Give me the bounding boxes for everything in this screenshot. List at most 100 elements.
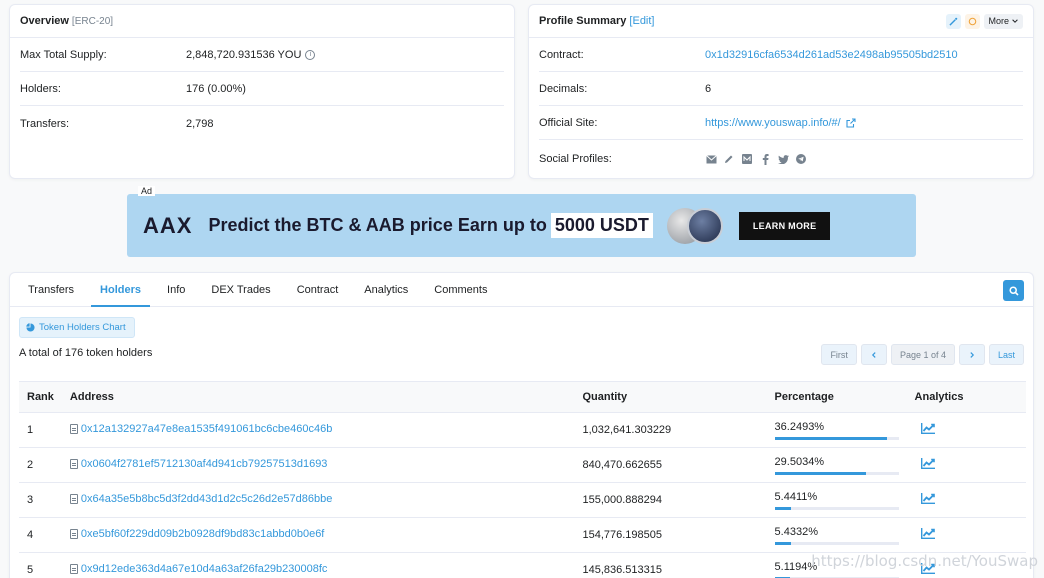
contract-label: Contract: — [539, 48, 584, 61]
info-icon[interactable]: i — [305, 49, 316, 60]
token-holders-chart-button[interactable]: Token Holders Chart — [19, 317, 135, 338]
external-link-icon[interactable] — [846, 117, 856, 128]
decimals-label: Decimals: — [539, 82, 588, 95]
rank-cell: 3 — [19, 482, 62, 518]
address-cell: 0x9d12ede363d4a67e10d4a63af26fa29b230008… — [61, 552, 575, 578]
token-tabs-card: Transfers Holders Info DEX Trades Contra… — [9, 272, 1034, 578]
total-holders-text: A total of 176 token holders — [19, 347, 153, 359]
profile-header: Profile Summary [Edit] More — [529, 5, 1033, 38]
transfers-value: 2,798 — [186, 118, 214, 130]
document-icon — [69, 494, 78, 504]
overview-header: Overview [ERC-20] — [10, 5, 514, 38]
token-tabs: Transfers Holders Info DEX Trades Contra… — [10, 273, 1033, 307]
circle-icon[interactable] — [965, 13, 981, 29]
percentage-bar-fill — [774, 471, 866, 475]
quantity-cell: 145,836.513315 — [574, 552, 767, 578]
tab-contract[interactable]: Contract — [288, 273, 348, 306]
tab-transfers[interactable]: Transfers — [19, 273, 83, 306]
chevron-right-icon — [970, 351, 975, 358]
facebook-icon[interactable] — [759, 153, 771, 165]
max-supply-value: 2,848,720.931536 YOU — [186, 48, 302, 61]
telegram-icon[interactable] — [795, 153, 807, 165]
analytics-cell — [906, 517, 1026, 553]
ad-label: Ad — [138, 186, 156, 196]
holder-address-link[interactable]: 0x64a35e5b8bc5d3f2dd43d1d2c5c26d2e57d86b… — [81, 493, 332, 505]
search-icon — [1008, 285, 1019, 296]
edit-link[interactable]: [Edit] — [629, 15, 654, 27]
percentage-bar — [774, 436, 899, 440]
analytics-cell — [906, 447, 1026, 483]
more-dropdown[interactable]: More — [984, 13, 1023, 29]
percentage-value: 5.4332% — [774, 525, 818, 538]
holder-address-link[interactable]: 0xe5bf60f229dd09b2b0928df9bd83c1abbd0b0e… — [81, 528, 324, 540]
contract-address-link[interactable]: 0x1d32916cfa6534d261ad53e2498ab95505bd25… — [705, 49, 958, 61]
address-cell: 0x64a35e5b8bc5d3f2dd43d1d2c5c26d2e57d86b… — [61, 482, 575, 518]
analytics-chart-icon[interactable] — [920, 458, 935, 469]
col-address-header: Address — [61, 381, 575, 413]
transfers-label: Transfers: — [20, 118, 70, 130]
ad-brand-text: AAX — [143, 212, 193, 238]
percentage-bar-fill — [774, 436, 887, 440]
percentage-bar — [774, 541, 899, 545]
percentage-cell: 5.4411% — [766, 482, 907, 518]
prev-page-button[interactable] — [860, 344, 887, 365]
rank-cell: 1 — [19, 412, 62, 448]
table-row: 3 0x64a35e5b8bc5d3f2dd43d1d2c5c26d2e57d86… — [19, 482, 1026, 518]
first-page-button[interactable]: First — [821, 344, 857, 365]
tab-dex-trades[interactable]: DEX Trades — [202, 273, 279, 306]
ad-brand-logo: AAX — [143, 213, 192, 239]
last-page-button[interactable]: Last — [988, 344, 1024, 365]
learn-more-button[interactable]: LEARN MORE — [738, 211, 831, 240]
twitter-icon[interactable] — [777, 153, 789, 165]
address-cell: 0x12a132927a47e8ea1535f491061bc6cbe460c4… — [61, 412, 575, 448]
holders-label: Holders: — [20, 82, 61, 95]
percentage-value: 5.4411% — [774, 490, 818, 503]
analytics-cell — [906, 412, 1026, 448]
percentage-bar — [774, 506, 899, 510]
decimals-row: Decimals: 6 — [539, 72, 1023, 106]
holder-address-link[interactable]: 0x12a132927a47e8ea1535f491061bc6cbe460c4… — [81, 423, 332, 435]
percentage-bar-fill — [774, 506, 792, 510]
tab-info[interactable]: Info — [158, 273, 194, 306]
transfers-row: Transfers: 2,798 — [20, 107, 504, 141]
percentage-cell: 29.5034% — [766, 447, 907, 483]
holders-row: Holders: 176 (0.00%) — [20, 72, 504, 106]
document-icon — [69, 564, 78, 574]
col-rank-header: Rank — [19, 381, 62, 413]
chevron-left-icon — [871, 351, 876, 358]
pencil-icon[interactable] — [723, 153, 735, 165]
tab-comments[interactable]: Comments — [425, 273, 496, 306]
email-icon[interactable] — [705, 153, 717, 165]
page-indicator: Page 1 of 4 — [890, 344, 955, 365]
next-page-button[interactable] — [958, 344, 985, 365]
col-percentage-header: Percentage — [766, 381, 907, 413]
col-quantity-header: Quantity — [574, 381, 767, 413]
tab-holders[interactable]: Holders — [91, 273, 150, 307]
medium-icon[interactable] — [741, 153, 753, 165]
official-site-link[interactable]: https://www.youswap.info/#/ — [705, 117, 841, 129]
analytics-chart-icon[interactable] — [920, 493, 935, 504]
analytics-cell — [906, 482, 1026, 518]
percentage-value: 36.2493% — [774, 420, 825, 433]
wand-icon[interactable] — [946, 13, 962, 29]
holder-address-link[interactable]: 0x0604f2781ef5712130af4d941cb79257513d16… — [81, 458, 328, 470]
max-supply-label: Max Total Supply: — [20, 48, 107, 61]
document-icon — [69, 529, 78, 539]
holders-value: 176 (0.00%) — [186, 82, 246, 95]
search-button[interactable] — [1003, 280, 1024, 301]
analytics-chart-icon[interactable] — [920, 423, 935, 434]
document-icon — [69, 424, 78, 434]
table-row: 4 0xe5bf60f229dd09b2b0928df9bd83c1abbd0b0… — [19, 517, 1026, 553]
percentage-value: 29.5034% — [774, 455, 825, 468]
tab-analytics[interactable]: Analytics — [355, 273, 417, 306]
address-cell: 0xe5bf60f229dd09b2b0928df9bd83c1abbd0b0e… — [61, 517, 575, 553]
ad-text: Predict the BTC & AAB price Earn up to — [208, 215, 547, 235]
quantity-cell: 154,776.198505 — [574, 517, 767, 553]
watermark: https://blog.csdn.net/YouSwap — [811, 552, 1038, 570]
ad-banner[interactable]: AAX Predict the BTC & AAB price Earn up … — [127, 194, 916, 257]
analytics-chart-icon[interactable] — [920, 528, 935, 539]
percentage-bar — [774, 471, 899, 475]
pagination: First Page 1 of 4 Last — [821, 344, 1024, 365]
holder-address-link[interactable]: 0x9d12ede363d4a67e10d4a63af26fa29b230008… — [81, 563, 328, 575]
rank-cell: 4 — [19, 517, 62, 553]
